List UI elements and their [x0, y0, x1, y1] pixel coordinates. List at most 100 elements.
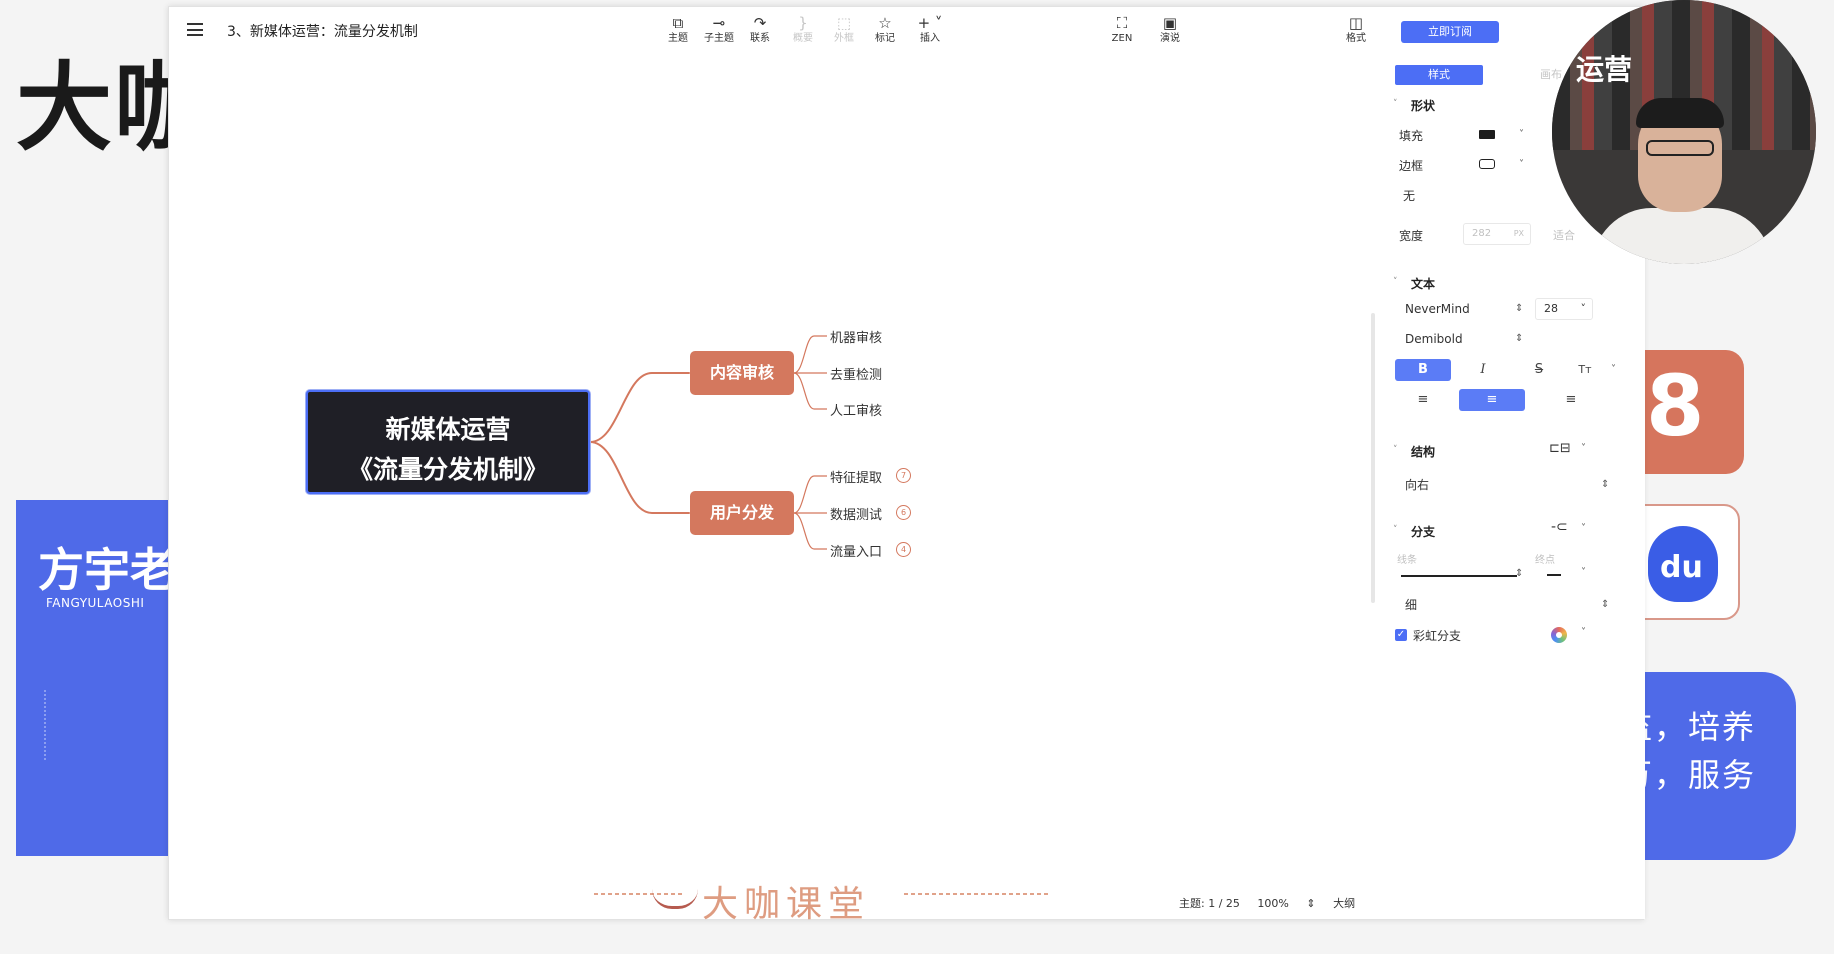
chevron-down-icon[interactable]: ˅ — [1581, 443, 1586, 454]
star-icon: ☆ — [878, 14, 892, 32]
play-icon: ▣ — [1162, 14, 1178, 32]
chevron-down-icon[interactable]: ˅ — [1611, 364, 1616, 375]
fit-button[interactable]: 适合 — [1553, 227, 1575, 243]
rainbow-branch-checkbox[interactable]: ✓ — [1395, 629, 1407, 641]
subtopic-traffic-entry[interactable]: 流量入口 — [830, 541, 882, 560]
toolbar-boundary-button[interactable]: ⬚ 外框 — [823, 13, 865, 45]
background-faint-decoration — [44, 690, 84, 760]
webcam-overlay: 运营 — [1552, 0, 1816, 264]
branch-style-icon[interactable]: -⊂ — [1551, 519, 1568, 535]
width-label: 宽度 — [1399, 229, 1424, 243]
text-section-title: 文本 — [1411, 277, 1436, 291]
toolbar-marker-label: 标记 — [875, 33, 895, 44]
webcam-presenter-shirt — [1592, 208, 1772, 264]
toolbar-format-button[interactable]: ◫ 格式 — [1335, 13, 1377, 45]
chevron-down-icon[interactable]: ˅ — [1581, 627, 1586, 638]
subtopic-count-badge[interactable]: 4 — [896, 542, 911, 557]
mindmap-canvas[interactable]: 新媒体运营 《流量分发机制》 内容审核 用户分发 机器审核 去重检测 人工审核 … — [169, 53, 1371, 925]
toolbar-topic-button[interactable]: ⧉ 主题 — [657, 13, 699, 45]
collapse-caret-icon[interactable]: ˅ — [1393, 445, 1398, 455]
branch-section-title: 分支 — [1411, 525, 1436, 539]
chevron-down-icon[interactable]: ˅ — [1581, 523, 1586, 534]
font-weight-select[interactable]: Demibold ⇕ — [1397, 327, 1527, 351]
fill-color-swatch[interactable] — [1479, 130, 1495, 139]
toolbar-relationship-button[interactable]: ↷ 联系 — [739, 13, 781, 45]
background-app-icon-glyph: 8 — [1646, 357, 1705, 455]
panel-scrollbar[interactable] — [1371, 313, 1375, 603]
toolbar-topic-label: 主题 — [668, 33, 688, 44]
italic-button[interactable]: I — [1461, 359, 1505, 381]
chevron-down-icon[interactable]: ˅ — [1519, 129, 1524, 140]
align-center-button[interactable]: ≡ — [1459, 389, 1525, 411]
collapse-caret-icon[interactable]: ˅ — [1393, 277, 1398, 287]
toolbar-present-button[interactable]: ▣ 演说 — [1149, 13, 1191, 45]
rainbow-palette-icon[interactable] — [1551, 627, 1567, 643]
font-size-select[interactable]: 28 ˅ — [1535, 298, 1593, 320]
subtopic-count-badge[interactable]: 6 — [896, 505, 911, 520]
format-panel-icon: ◫ — [1348, 14, 1364, 32]
branch-end-style-select[interactable] — [1547, 574, 1561, 576]
structure-select[interactable]: 向右 ⇕ — [1397, 473, 1629, 497]
structure-logic-icon[interactable]: ⊏⊟ — [1549, 441, 1571, 456]
toolbar-subtopic-button[interactable]: ⊸ 子主题 — [698, 13, 740, 45]
toolbar-marker-button[interactable]: ☆ 标记 — [864, 13, 906, 45]
border-shape-swatch[interactable] — [1479, 159, 1495, 169]
stepper-icon: ⇕ — [1601, 479, 1610, 490]
background-brand-subtitle: FANGYULAOSHI — [46, 596, 145, 610]
subtopic-count-badge[interactable]: 7 — [896, 468, 911, 483]
central-topic-line1: 新媒体运营 — [385, 415, 511, 444]
desktop-stage: 大咖 方宇老 FANGYULAOSHI 8 du 监，培养 万，服务 3、新媒体… — [0, 0, 1834, 954]
toolbar-summary-button[interactable]: } 概要 — [782, 13, 824, 45]
font-family-select[interactable]: NeverMind ⇕ — [1397, 297, 1527, 321]
chevron-down-icon[interactable]: ˅ — [1519, 159, 1524, 170]
top-toolbar: 3、新媒体运营：流量分发机制 ⧉ 主题 ⊸ 子主题 ↷ 联系 } 概要 ⬚ 外框 — [169, 7, 1643, 53]
status-bar: 主题: 1 / 25 100% ⇕ 大纲 — [1179, 895, 1369, 911]
central-topic[interactable]: 新媒体运营 《流量分发机制》 — [306, 390, 590, 494]
central-topic-line2: 《流量分发机制》 — [347, 455, 548, 484]
collapse-caret-icon[interactable]: ˅ — [1393, 99, 1398, 109]
toolbar-present-label: 演说 — [1160, 33, 1180, 44]
toolbar-insert-label: 插入 — [920, 33, 940, 44]
bold-button[interactable]: B — [1395, 359, 1451, 381]
outline-toggle[interactable]: 大纲 — [1333, 897, 1355, 910]
stepper-icon[interactable]: ⇕ — [1515, 569, 1523, 579]
tab-style[interactable]: 样式 — [1395, 65, 1483, 85]
subtopic-manual-review[interactable]: 人工审核 — [830, 400, 882, 419]
topic-user-distribution[interactable]: 用户分发 — [690, 491, 794, 535]
zoom-stepper-icon[interactable]: ⇕ — [1306, 897, 1315, 910]
branch-thickness-value: 细 — [1405, 598, 1418, 612]
strikethrough-button[interactable]: S — [1517, 359, 1561, 381]
width-input[interactable]: 282 PX — [1463, 223, 1531, 245]
text-align-buttons: ≡ ≡ ≡ — [1395, 389, 1627, 411]
subtopic-icon: ⊸ — [712, 14, 726, 32]
toolbar-relationship-label: 联系 — [750, 33, 770, 44]
subtopic-dedup-check[interactable]: 去重检测 — [830, 364, 882, 383]
summary-icon: } — [798, 14, 808, 32]
align-left-button[interactable]: ≡ — [1395, 389, 1451, 411]
subscribe-button[interactable]: 立即订阅 — [1401, 21, 1499, 43]
mindmap-app-window: 3、新媒体运营：流量分发机制 ⧉ 主题 ⊸ 子主题 ↷ 联系 } 概要 ⬚ 外框 — [168, 6, 1645, 925]
collapse-caret-icon[interactable]: ˅ — [1393, 525, 1398, 535]
connector-to-manual-review — [793, 372, 827, 410]
border-none-value[interactable]: 无 — [1403, 187, 1415, 204]
subtopic-data-testing[interactable]: 数据测试 — [830, 504, 882, 523]
align-right-button[interactable]: ≡ — [1543, 389, 1599, 411]
connector-to-traffic-entry — [793, 512, 827, 550]
watermark-logo: 大咖课堂 — [594, 873, 1050, 925]
toolbar-insert-button[interactable]: + ˅ 插入 — [909, 13, 951, 45]
hamburger-menu-icon[interactable] — [187, 23, 203, 36]
toolbar-zen-button[interactable]: ⛶ ZEN — [1101, 13, 1143, 45]
watermark-text: 大咖课堂 — [702, 884, 871, 925]
text-case-button[interactable]: Tт — [1565, 359, 1605, 381]
subtopic-feature-extraction[interactable]: 特征提取 — [830, 467, 882, 486]
book-icon — [652, 883, 698, 909]
branch-thickness-select[interactable]: 细 ⇕ — [1397, 593, 1629, 617]
branch-line-style-select[interactable] — [1401, 575, 1517, 577]
chevron-down-icon[interactable]: ˅ — [1581, 567, 1586, 578]
zoom-level[interactable]: 100% — [1257, 897, 1288, 910]
boundary-icon: ⬚ — [836, 14, 852, 32]
topic-content-review[interactable]: 内容审核 — [690, 351, 794, 395]
toolbar-boundary-label: 外框 — [834, 33, 854, 44]
shape-section-title: 形状 — [1411, 99, 1436, 113]
subtopic-machine-review[interactable]: 机器审核 — [830, 327, 882, 346]
